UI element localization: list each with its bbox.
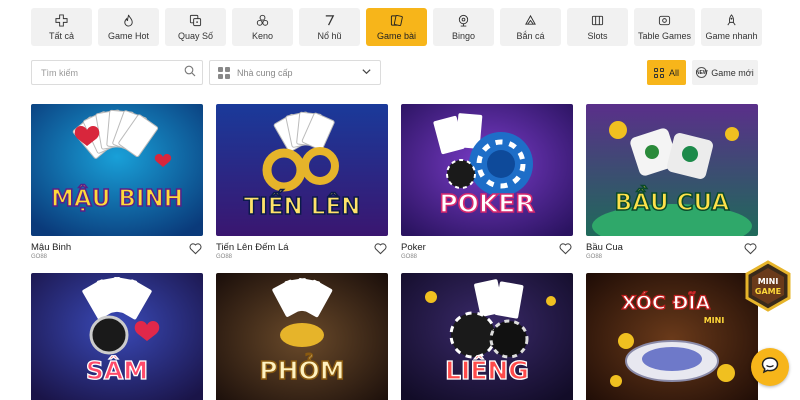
table-icon	[658, 14, 672, 28]
tab-keno[interactable]: Keno	[232, 8, 293, 46]
game-title[interactable]: Mậu Binh	[31, 242, 203, 253]
new-badge-icon: NEW	[696, 67, 708, 78]
favorite-heart-icon[interactable]	[374, 242, 387, 255]
tab-quay-so[interactable]: Quay Số	[165, 8, 226, 46]
game-art-title: MẬU BINH	[51, 184, 183, 212]
seven-icon	[323, 14, 337, 28]
tab-ban-ca[interactable]: Bắn cá	[500, 8, 561, 46]
game-card-lieng[interactable]: LIÊNG	[401, 273, 573, 400]
favorite-heart-icon[interactable]	[559, 242, 572, 255]
tab-bingo[interactable]: Bingo	[433, 8, 494, 46]
game-art-title: TIẾN LÊN	[244, 189, 361, 220]
chevron-down-icon	[361, 66, 372, 79]
search-input[interactable]	[41, 67, 184, 78]
search-icon[interactable]	[184, 64, 196, 82]
game-provider: GO88	[216, 254, 233, 260]
provider-select[interactable]: Nhà cung cấp	[209, 60, 381, 85]
search-box[interactable]	[31, 60, 203, 85]
game-art-title: LIÊNG	[445, 356, 529, 385]
grid-icon	[653, 67, 664, 78]
tab-game-hot[interactable]: Game Hot	[98, 8, 159, 46]
game-thumbnail[interactable]: LIÊNG	[401, 273, 573, 400]
game-thumbnail[interactable]: BẦU CUA	[586, 104, 758, 236]
provider-select-label: Nhà cung cấp	[237, 67, 293, 78]
bingo-icon	[457, 14, 471, 28]
game-art-subtitle: MINI	[704, 316, 725, 325]
dice-icon	[189, 14, 203, 28]
game-art-title: SÂM	[86, 356, 148, 385]
tab-all[interactable]: Tất cả	[31, 8, 92, 46]
game-thumbnail[interactable]: TIẾN LÊN	[216, 104, 388, 236]
chat-bubble-icon	[760, 355, 780, 380]
game-title[interactable]: Bầu Cua	[586, 242, 758, 253]
mini-game-line2: GAME	[755, 287, 781, 296]
slots-icon	[591, 14, 605, 28]
filter-all-label: All	[668, 67, 679, 78]
game-card-phom[interactable]: PHỎM	[216, 273, 388, 400]
live-chat-button[interactable]	[751, 348, 789, 386]
game-card-sam[interactable]: SÂM	[31, 273, 203, 400]
favorite-heart-icon[interactable]	[744, 242, 757, 255]
tab-no-hu[interactable]: Nổ hũ	[299, 8, 360, 46]
mini-game-button[interactable]: MINI GAME	[742, 260, 794, 312]
filter-new-games-button[interactable]: NEW Game mới	[692, 60, 758, 85]
game-title[interactable]: Poker	[401, 242, 573, 253]
game-art-title: POKER	[439, 189, 534, 218]
grid-icon	[218, 66, 230, 79]
favorite-heart-icon[interactable]	[189, 242, 202, 255]
game-card-poker[interactable]: POKER Poker GO88	[401, 104, 573, 260]
keno-icon	[256, 14, 270, 28]
game-card-mau-binh[interactable]: MẬU BINH Mậu Binh GO88	[31, 104, 203, 260]
game-card-bau-cua[interactable]: BẦU CUA Bầu Cua GO88	[586, 104, 758, 260]
game-thumbnail[interactable]: SÂM	[31, 273, 203, 400]
cards-icon	[390, 14, 404, 28]
game-title[interactable]: Tiến Lên Đếm Lá	[216, 242, 388, 253]
game-art-title: PHỎM	[259, 352, 344, 385]
tab-game-bai[interactable]: Game bài	[366, 8, 427, 46]
game-card-xoc-dia[interactable]: XÓC ĐĨA MINI	[586, 273, 758, 400]
game-thumbnail[interactable]: POKER	[401, 104, 573, 236]
game-provider: GO88	[31, 254, 48, 260]
game-card-tien-len[interactable]: TIẾN LÊN Tiến Lên Đếm Lá GO88	[216, 104, 388, 260]
category-tabs: Tất cả Game Hot Quay Số Keno Nổ hũ Game …	[31, 8, 762, 46]
flame-icon	[122, 14, 136, 28]
game-thumbnail[interactable]: MẬU BINH	[31, 104, 203, 236]
game-provider: GO88	[586, 254, 603, 260]
tab-slots[interactable]: Slots	[567, 8, 628, 46]
game-provider: GO88	[401, 254, 418, 260]
tab-table-games[interactable]: Table Games	[634, 8, 695, 46]
game-art-title: BẦU CUA	[615, 185, 730, 216]
game-thumbnail[interactable]: XÓC ĐĨA MINI	[586, 273, 758, 400]
tab-game-nhanh[interactable]: Game nhanh	[701, 8, 762, 46]
mini-game-line1: MINI	[758, 277, 779, 286]
filter-all-button[interactable]: All	[647, 60, 686, 85]
fish-icon	[524, 14, 538, 28]
rocket-icon	[725, 14, 739, 28]
dpad-icon	[55, 14, 69, 28]
game-art-title: XÓC ĐĨA	[622, 290, 711, 314]
filter-new-label: Game mới	[711, 67, 754, 78]
game-thumbnail[interactable]: PHỎM	[216, 273, 388, 400]
